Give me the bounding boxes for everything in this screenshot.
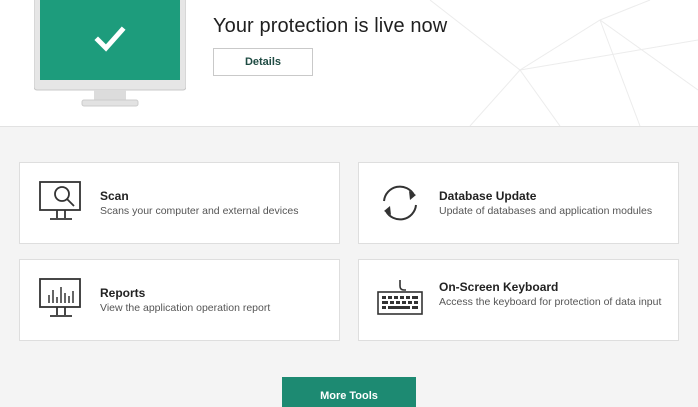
status-header: Your protection is live now Details xyxy=(0,0,698,127)
scan-monitor-icon xyxy=(39,181,81,220)
tile-description: Scans your computer and external devices xyxy=(100,205,299,217)
more-tools-button[interactable]: More Tools xyxy=(282,377,416,407)
reports-tile[interactable]: Reports View the application operation r… xyxy=(19,259,340,341)
status-title: Your protection is live now xyxy=(213,15,448,37)
details-button[interactable]: Details xyxy=(213,48,313,76)
tile-description: Access the keyboard for protection of da… xyxy=(439,296,662,308)
refresh-arrows-icon xyxy=(383,185,417,221)
reports-chart-icon xyxy=(39,278,81,317)
tile-title: Scan xyxy=(100,189,129,203)
on-screen-keyboard-tile[interactable]: On-Screen Keyboard Access the keyboard f… xyxy=(358,259,679,341)
scan-tile[interactable]: Scan Scans your computer and external de… xyxy=(19,162,340,244)
tile-description: Update of databases and application modu… xyxy=(439,205,653,217)
tile-title: Database Update xyxy=(439,189,537,203)
tile-description: View the application operation report xyxy=(100,302,271,314)
keyboard-icon xyxy=(377,280,423,315)
protection-monitor-icon xyxy=(34,0,186,107)
tile-title: Reports xyxy=(100,286,146,300)
database-update-tile[interactable]: Database Update Update of databases and … xyxy=(358,162,679,244)
tile-title: On-Screen Keyboard xyxy=(439,280,559,294)
